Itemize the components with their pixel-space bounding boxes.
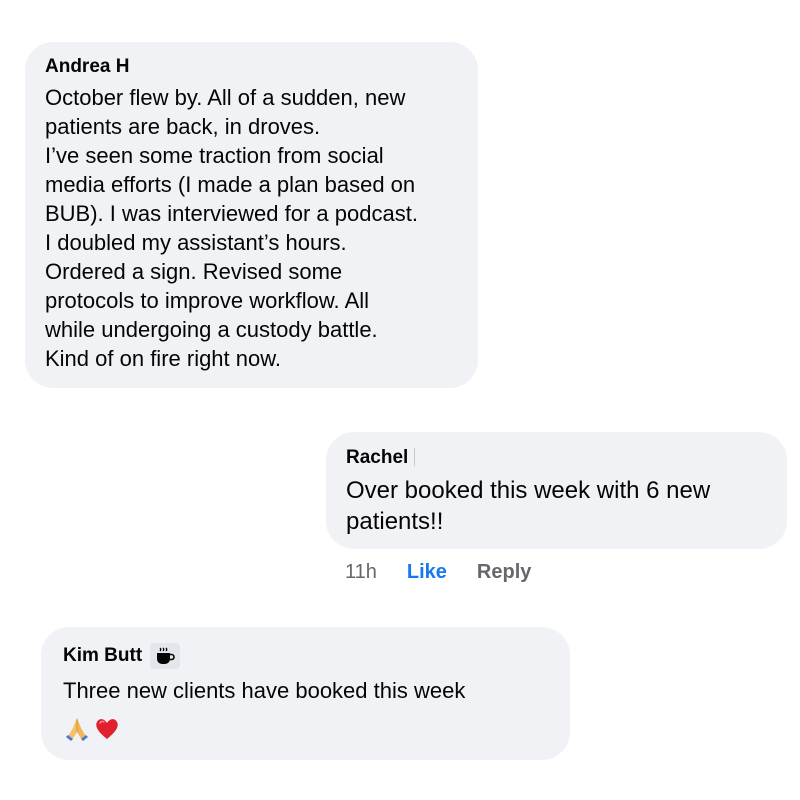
comment-thread: Andrea H October flew by. All of a sudde… (0, 0, 800, 800)
comment-author[interactable]: Kim Butt (63, 645, 142, 667)
coffee-icon[interactable] (150, 643, 181, 669)
comment-author[interactable]: Rachel (346, 447, 408, 469)
comment-timestamp[interactable]: 11h (345, 561, 377, 584)
comment-text-line: protocols to improve workflow. All (45, 288, 370, 313)
comment-text-line: Over booked this week with 6 new (346, 477, 711, 504)
name-divider (414, 448, 416, 466)
comment-text-line: media efforts (I made a plan based on (45, 172, 416, 197)
comment-author[interactable]: Andrea H (45, 56, 129, 78)
comment-text-line: patients!! (346, 508, 444, 535)
comment-text-line: Three new clients have booked this week (63, 678, 466, 703)
comment-bubble-kim: Kim Butt Three new clients have booked t… (41, 627, 570, 760)
comment-text-line: Ordered a sign. Revised some (45, 259, 343, 284)
comment-text-line: BUB). I was interviewed for a podcast. (45, 201, 418, 226)
coffee-icon-graphic (157, 647, 175, 664)
reply-button[interactable]: Reply (477, 561, 531, 584)
comment-bubble-andrea: Andrea H October flew by. All of a sudde… (25, 42, 478, 388)
emoji-row (63, 715, 548, 745)
comment-text-line: I’ve seen some traction from social (45, 143, 384, 168)
red-heart-icon (93, 714, 121, 747)
praying-hands-icon (63, 714, 91, 747)
comment-text-line: Kind of on fire right now. (45, 346, 282, 371)
comment-text-line: I doubled my assistant’s hours. (45, 230, 347, 255)
comment-text-line: October flew by. All of a sudden, new (45, 85, 406, 110)
comment-text-line: while undergoing a custody battle. (45, 317, 378, 342)
comment-text-line: patients are back, in droves. (45, 114, 321, 139)
like-button[interactable]: Like (407, 561, 447, 584)
comment-actions: 11h Like Reply (345, 560, 531, 584)
comment-bubble-rachel: Rachel Over booked this week with 6 new … (326, 432, 787, 549)
